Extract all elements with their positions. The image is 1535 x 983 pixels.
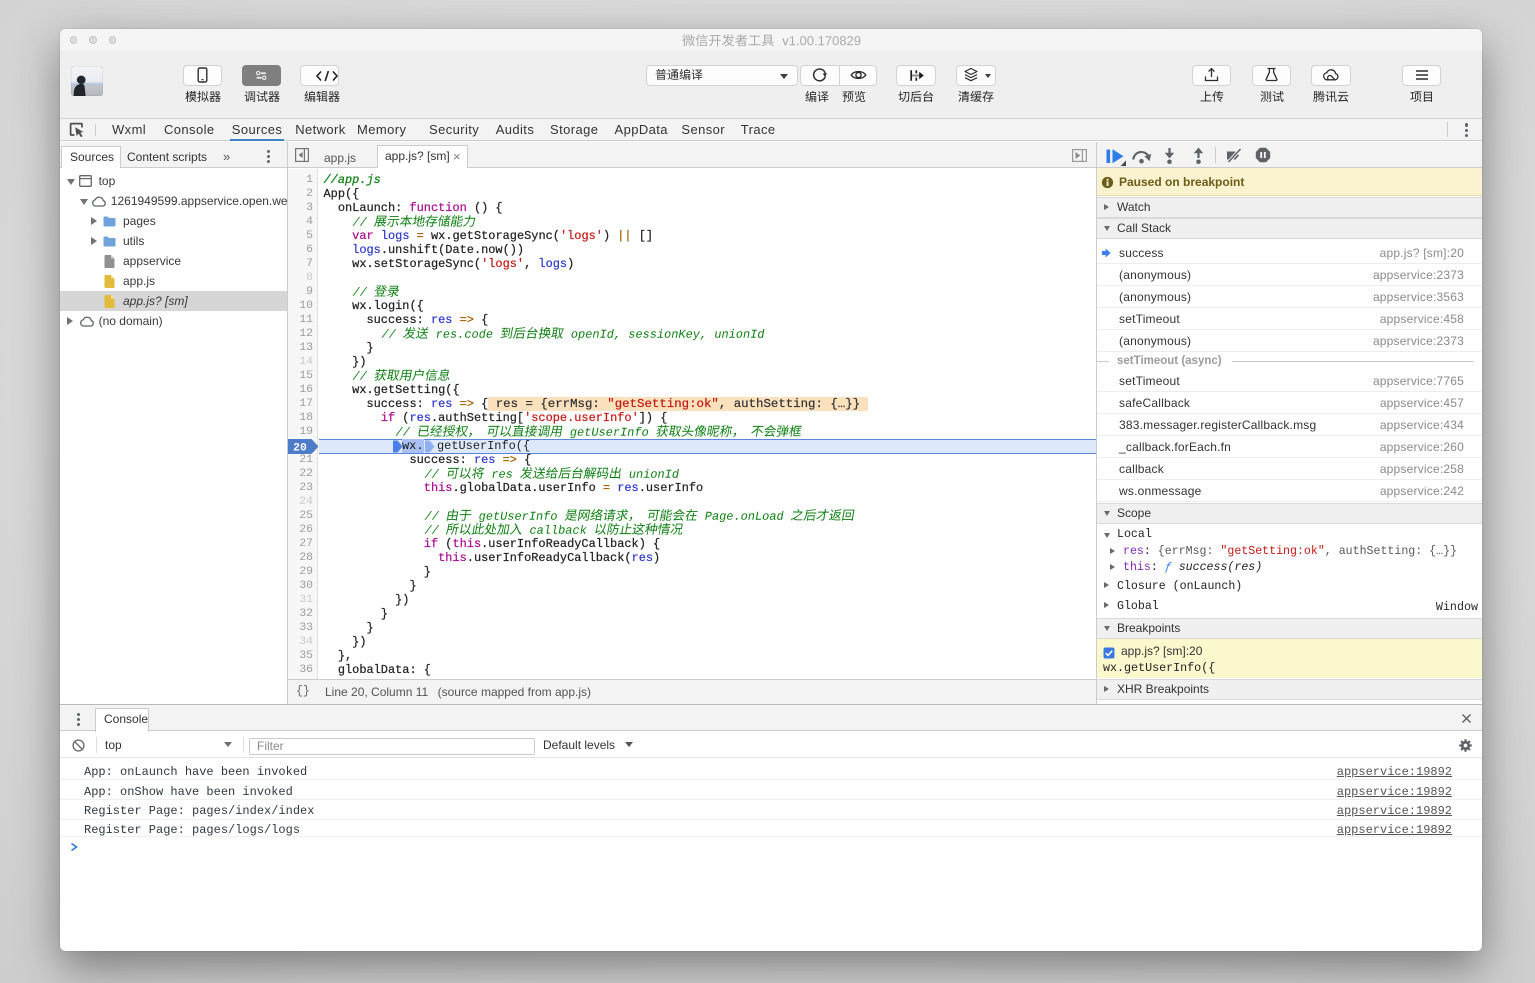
svg-text:20: 20 [293, 442, 307, 454]
